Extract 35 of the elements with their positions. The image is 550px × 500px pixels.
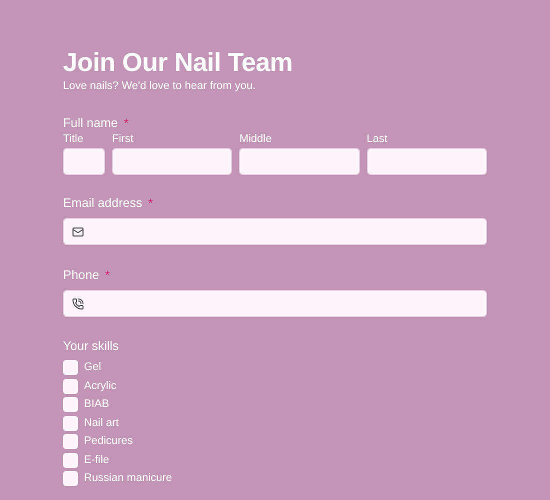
field-label: Phone: [63, 267, 100, 283]
name-input[interactable]: [63, 148, 105, 175]
required-mark: *: [124, 117, 129, 129]
option-label: Nail art: [84, 416, 119, 430]
field-label: Email address: [63, 195, 142, 211]
checkbox[interactable]: [63, 397, 78, 412]
checkbox[interactable]: [63, 434, 78, 449]
sub-label: Title: [63, 133, 84, 145]
form-title: Join Our Nail Team: [63, 46, 294, 78]
checkbox[interactable]: [63, 416, 78, 430]
phone-icon: [72, 298, 84, 310]
phone-field[interactable]: [63, 290, 487, 317]
name-input[interactable]: [239, 148, 360, 175]
name-input[interactable]: [112, 148, 232, 175]
sub-label: Last: [366, 133, 388, 145]
checkbox[interactable]: [63, 360, 78, 375]
required-mark: *: [105, 269, 110, 281]
sub-label: First: [112, 133, 134, 145]
name-input[interactable]: [366, 148, 487, 175]
checkbox[interactable]: [63, 378, 78, 394]
option-label: Gel: [84, 360, 102, 375]
required-mark: *: [148, 197, 153, 209]
email-field[interactable]: [63, 218, 487, 245]
option-label: Russian manicure: [84, 471, 172, 486]
form-subtitle: Love nails? We'd love to hear from you.: [63, 80, 257, 92]
checkbox[interactable]: [63, 471, 78, 486]
field-label: Your skills: [63, 339, 119, 353]
option-label: Acrylic: [84, 378, 116, 394]
sub-label: Middle: [239, 133, 273, 145]
option-label: BIAB: [84, 397, 110, 412]
mail-icon: [72, 226, 84, 238]
option-label: Pedicures: [84, 434, 133, 449]
field-label: Full name: [63, 115, 118, 131]
checkbox[interactable]: [63, 452, 78, 468]
option-label: E-file: [84, 452, 110, 468]
